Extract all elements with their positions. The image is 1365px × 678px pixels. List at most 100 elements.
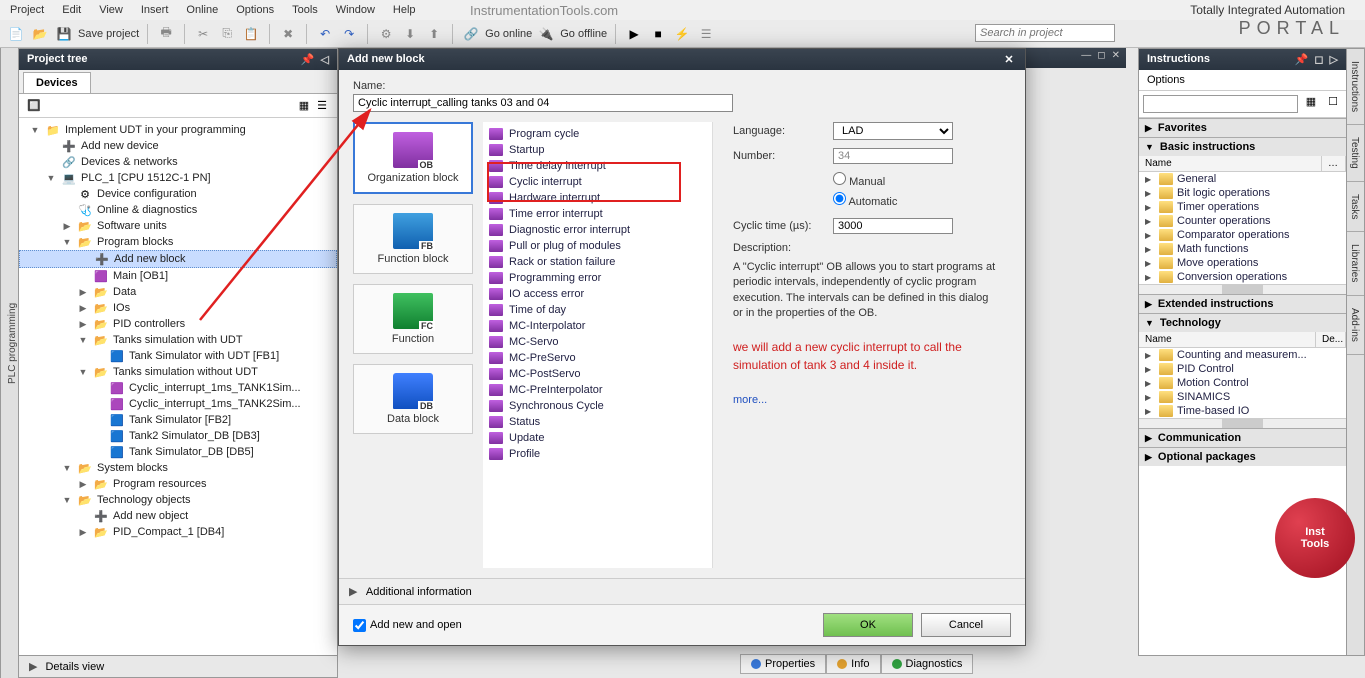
tree-toggle-icon[interactable]: ▶ [77,303,89,314]
tree-node[interactable]: ▶📂Program resources [19,476,337,492]
menu-insert[interactable]: Insert [141,4,169,16]
flash-icon[interactable]: ⚡ [672,24,692,44]
menu-project[interactable]: Project [10,4,44,16]
tab-properties[interactable]: Properties [740,654,826,674]
block-type-fc[interactable]: FCFunction [353,284,473,354]
tree-toggle-icon[interactable]: ▶ [77,287,89,298]
menu-window[interactable]: Window [336,4,375,16]
tree-node[interactable]: 🟪Cyclic_interrupt_1ms_TANK2Sim... [19,396,337,412]
ob-type-item[interactable]: MC-PreServo [483,350,712,366]
side-tab-instructions[interactable]: Instructions [1347,49,1364,125]
instruction-folder[interactable]: ▶Counting and measurem... [1139,348,1346,362]
stop-cpu-icon[interactable]: ■ [648,24,668,44]
details-view-bar[interactable]: ▶ Details view [19,655,337,677]
instruction-folder[interactable]: ▶Math functions [1139,242,1346,256]
close-editor-icon[interactable]: ✕ [1112,50,1120,66]
cancel-button[interactable]: Cancel [921,613,1011,637]
tree-toggle-icon[interactable]: ▼ [77,367,89,377]
manual-radio[interactable]: Manual [833,176,885,188]
pin-icon[interactable]: 📌 [1295,53,1309,66]
ob-type-item[interactable]: Cyclic interrupt [483,174,712,190]
additional-info-section[interactable]: ▶ Additional information [339,578,1025,604]
collapse-icon[interactable]: ◁ [321,53,329,66]
section-technology[interactable]: ▼Technology [1139,314,1346,332]
menu-view[interactable]: View [99,4,123,16]
section-favorites[interactable]: ▶Favorites [1139,119,1346,137]
side-tab-tasks[interactable]: Tasks [1347,182,1364,233]
tree-node[interactable]: 🟦Tank Simulator [FB2] [19,412,337,428]
ob-type-item[interactable]: Time delay interrupt [483,158,712,174]
add-and-open-checkbox[interactable]: Add new and open [353,619,462,632]
basic-items-list[interactable]: ▶General▶Bit logic operations▶Timer oper… [1139,172,1346,284]
tree-toggle-icon[interactable]: ▼ [61,463,73,473]
language-select[interactable]: LAD [833,122,953,140]
tree-node[interactable]: ➕Add new object [19,508,337,524]
left-side-tab[interactable]: PLC programming [0,48,18,678]
ob-type-item[interactable]: Diagnostic error interrupt [483,222,712,238]
block-name-input[interactable] [353,94,733,112]
paste-icon[interactable]: 📋 [241,24,261,44]
pin-icon[interactable]: 📌 [301,53,315,66]
instruction-folder[interactable]: ▶PID Control [1139,362,1346,376]
tree-node[interactable]: 🟦Tank Simulator_DB [DB5] [19,444,337,460]
menu-options[interactable]: Options [236,4,274,16]
tree-toggle-icon[interactable]: ▶ [77,527,89,538]
automatic-radio[interactable]: Automatic [833,196,897,208]
tree-node[interactable]: ▼📂System blocks [19,460,337,476]
tree-toggle-icon[interactable]: ▶ [61,221,73,232]
tree-node[interactable]: ▶📂Data [19,284,337,300]
open-project-icon[interactable]: 📂 [30,24,50,44]
dialog-close-icon[interactable]: ✕ [1001,53,1017,66]
maximize-icon[interactable]: ◻ [1314,53,1323,66]
ob-type-item[interactable]: MC-Servo [483,334,712,350]
compile-icon[interactable]: ⚙ [376,24,396,44]
project-tree[interactable]: ▼📁Implement UDT in your programming➕Add … [19,118,337,655]
h-scrollbar[interactable] [1139,284,1346,294]
tree-node[interactable]: ▼📂Tanks simulation with UDT [19,332,337,348]
tree-node[interactable]: 🔗Devices & networks [19,154,337,170]
copy-icon[interactable]: ⎘ [217,24,237,44]
instruction-folder[interactable]: ▶SINAMICS [1139,390,1346,404]
ob-type-item[interactable]: Programming error [483,270,712,286]
save-project-button[interactable]: Save project [78,28,139,40]
tree-node[interactable]: ▼💻PLC_1 [CPU 1512C-1 PN] [19,170,337,186]
tree-details-icon[interactable]: ☰ [313,97,331,115]
ob-type-item[interactable]: Status [483,414,712,430]
tree-node[interactable]: ➕Add new device [19,138,337,154]
cross-ref-icon[interactable]: ☰ [696,24,716,44]
tree-node[interactable]: 🟪Cyclic_interrupt_1ms_TANK1Sim... [19,380,337,396]
undo-icon[interactable]: ↶ [315,24,335,44]
section-communication[interactable]: ▶Communication [1139,429,1346,447]
section-optional[interactable]: ▶Optional packages [1139,448,1346,466]
go-online-icon[interactable]: 🔗 [461,24,481,44]
tree-toggle-icon[interactable]: ▶ [77,479,89,490]
new-project-icon[interactable]: 📄 [6,24,26,44]
ob-type-item[interactable]: Pull or plug of modules [483,238,712,254]
save-icon[interactable]: 💾 [54,24,74,44]
block-type-db[interactable]: DBData block [353,364,473,434]
tab-devices[interactable]: Devices [23,72,91,93]
tree-node[interactable]: 🟦Tank Simulator with UDT [FB1] [19,348,337,364]
tree-node[interactable]: ▼📂Program blocks [19,234,337,250]
block-type-ob[interactable]: OBOrganization block [353,122,473,194]
redo-icon[interactable]: ↷ [339,24,359,44]
go-offline-button[interactable]: Go offline [560,28,607,40]
layout2-icon[interactable]: ☐ [1324,95,1342,113]
instruction-folder[interactable]: ▶Conversion operations [1139,270,1346,284]
instruction-folder[interactable]: ▶Move operations [1139,256,1346,270]
tree-node[interactable]: ⚙Device configuration [19,186,337,202]
side-tab-testing[interactable]: Testing [1347,125,1364,182]
tech-items-list[interactable]: ▶Counting and measurem...▶PID Control▶Mo… [1139,348,1346,418]
start-cpu-icon[interactable]: ▶ [624,24,644,44]
delete-icon[interactable]: ✖ [278,24,298,44]
tab-info[interactable]: Info [826,654,880,674]
section-extended[interactable]: ▶Extended instructions [1139,295,1346,313]
ob-type-item[interactable]: MC-PreInterpolator [483,382,712,398]
ob-type-item[interactable]: Rack or station failure [483,254,712,270]
menu-edit[interactable]: Edit [62,4,81,16]
instruction-folder[interactable]: ▶General [1139,172,1346,186]
tree-node[interactable]: ▶📂PID controllers [19,316,337,332]
tree-toggle-icon[interactable]: ▼ [77,335,89,345]
instruction-folder[interactable]: ▶Counter operations [1139,214,1346,228]
tree-node[interactable]: ▶📂Software units [19,218,337,234]
